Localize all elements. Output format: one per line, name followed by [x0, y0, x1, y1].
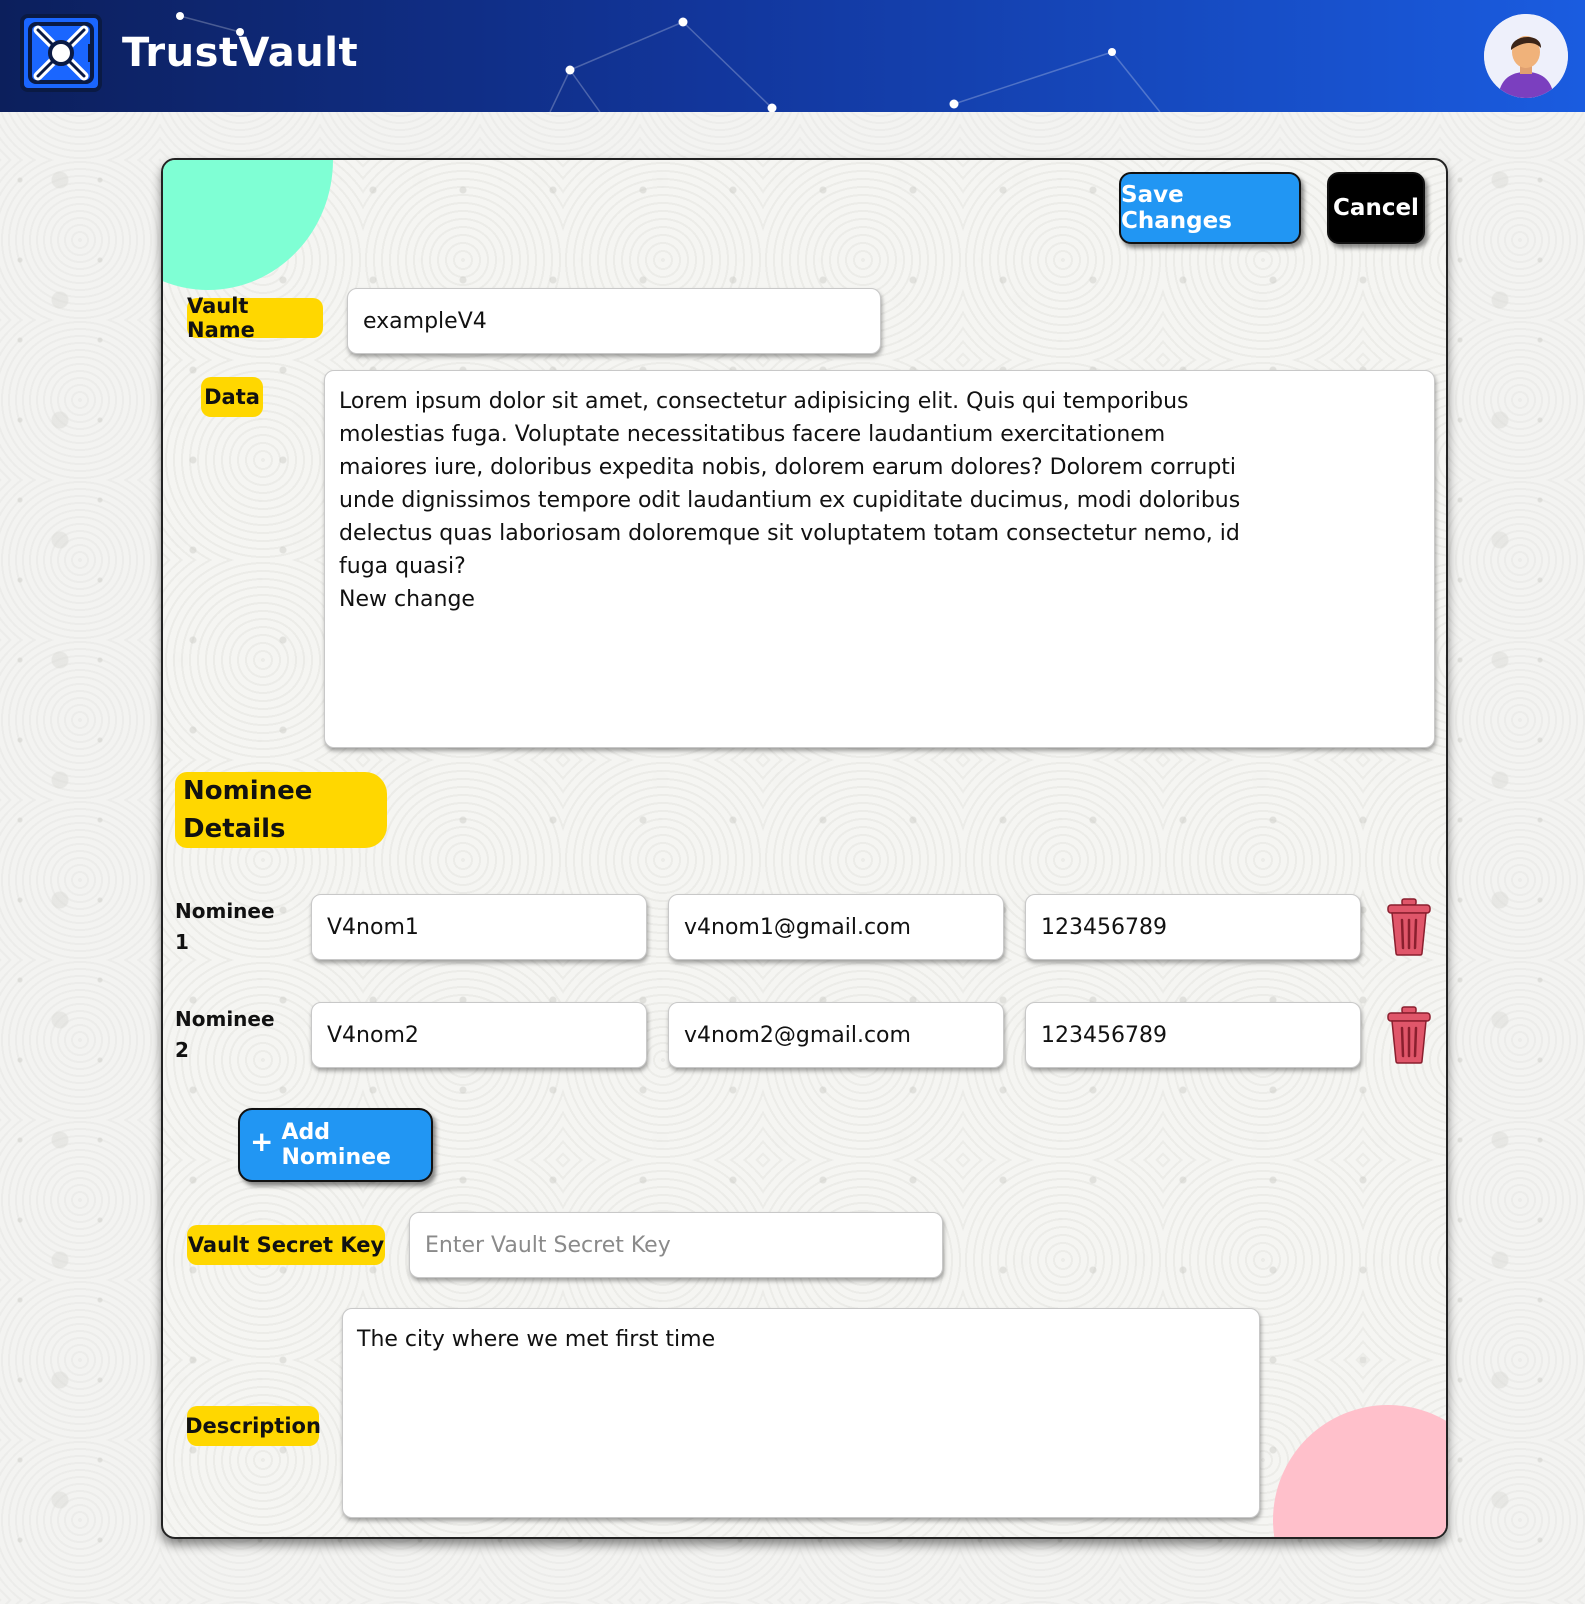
trash-icon[interactable] [1385, 1006, 1433, 1064]
user-avatar-icon[interactable] [1484, 14, 1568, 98]
edit-vault-card: Save Changes Cancel Vault Name exampleV4… [161, 158, 1448, 1539]
nominee-2-label: Nominee 2 [175, 1007, 275, 1062]
nominee-1-name-input[interactable]: V4nom1 [311, 894, 647, 960]
description-label: Description [185, 1406, 321, 1446]
decorative-green-blob [163, 160, 333, 290]
nominee-1-email-input[interactable]: v4nom1@gmail.com [668, 894, 1004, 960]
plus-icon: + [250, 1125, 274, 1158]
nominee-2-name-input[interactable]: V4nom2 [311, 1002, 647, 1068]
nominee-1-label: Nominee 1 [175, 899, 275, 954]
vault-x-logo-icon[interactable] [20, 14, 102, 92]
add-nominee-label: Add Nominee [281, 1120, 391, 1170]
vault-name-label: Vault Name [187, 294, 323, 342]
vault-secret-key-label: Vault Secret Key [187, 1225, 385, 1265]
data-label: Data [201, 377, 263, 417]
brand-name[interactable]: TrustVault [122, 30, 358, 76]
trash-icon[interactable] [1385, 898, 1433, 956]
nominee-details-heading: Nominee Details [175, 772, 387, 848]
data-textarea[interactable]: Lorem ipsum dolor sit amet, consectetur … [324, 370, 1435, 748]
decorative-pink-blob [1273, 1405, 1446, 1537]
nominee-2-email-input[interactable]: v4nom2@gmail.com [668, 1002, 1004, 1068]
add-nominee-button[interactable]: + Add Nominee [238, 1108, 433, 1182]
vault-name-input[interactable]: exampleV4 [347, 288, 881, 354]
cancel-button[interactable]: Cancel [1327, 172, 1425, 244]
vault-secret-key-input[interactable]: Enter Vault Secret Key [409, 1212, 943, 1278]
description-textarea[interactable]: The city where we met first time [342, 1308, 1260, 1518]
nominee-1-phone-input[interactable]: 123456789 [1025, 894, 1361, 960]
top-navbar: TrustVault [0, 0, 1585, 112]
nominee-2-phone-input[interactable]: 123456789 [1025, 1002, 1361, 1068]
save-changes-button[interactable]: Save Changes [1119, 172, 1301, 244]
